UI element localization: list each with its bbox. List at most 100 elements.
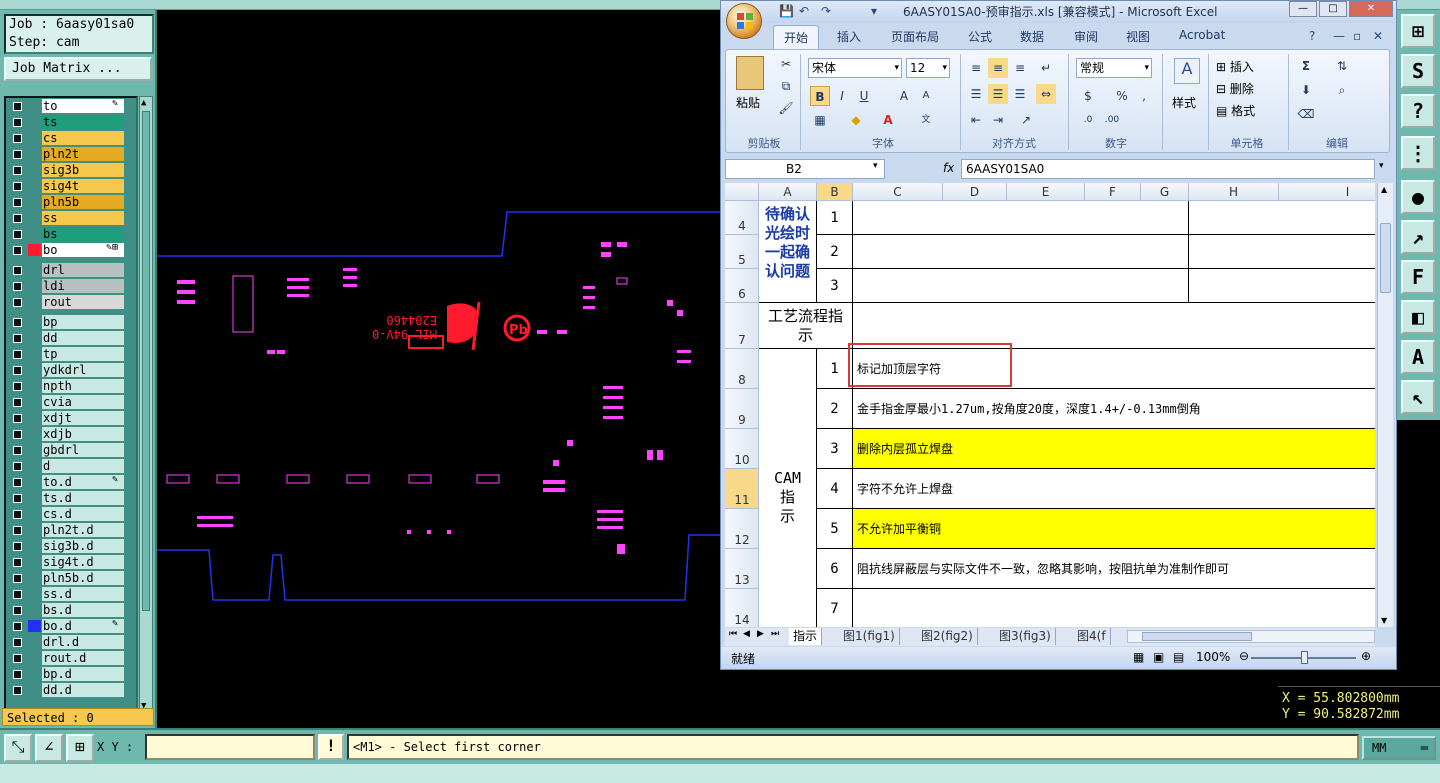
layer-row[interactable]: sig4t.d: [6, 554, 136, 570]
zoom-slider-knob[interactable]: [1301, 651, 1308, 664]
select-icon[interactable]: ↖: [1401, 380, 1435, 414]
layer-name[interactable]: pln2t.d: [42, 523, 124, 537]
column-header[interactable]: A: [759, 183, 817, 201]
name-box[interactable]: B2: [725, 159, 885, 179]
align-center-icon[interactable]: ☰: [988, 84, 1008, 104]
worksheet-grid[interactable]: A B C D E F G H I 4 5 6 7 8 9 10 11 12 13 14 待确认光绘时一起确认问题 1 2 3…: [725, 183, 1375, 627]
cam-item-number[interactable]: 7: [817, 589, 853, 627]
layer-checkbox[interactable]: [13, 606, 22, 615]
sort-filter-icon[interactable]: ⇅: [1332, 56, 1352, 76]
cam-item-number[interactable]: 4: [817, 469, 853, 509]
cam-item-text[interactable]: 阻抗线屏蔽层与实际文件不一致，忽略其影响，按阻抗单为准制作即可: [853, 549, 1375, 589]
layer-row[interactable]: to.d ✎: [6, 474, 136, 490]
layer-row[interactable]: dd: [6, 330, 136, 346]
font-name-combo[interactable]: 宋体 ▾: [808, 58, 902, 78]
column-header[interactable]: G: [1141, 183, 1189, 201]
layer-row[interactable]: drl.d: [6, 634, 136, 650]
layer-row[interactable]: gbdrl: [6, 442, 136, 458]
paste-label[interactable]: 粘贴: [736, 94, 760, 111]
layer-row[interactable]: bs: [6, 226, 136, 242]
measure-angle-icon[interactable]: ∠: [35, 734, 63, 762]
layer-checkbox[interactable]: [13, 134, 22, 143]
increase-decimal-icon[interactable]: .0: [1078, 110, 1098, 130]
layer-row[interactable]: cvia: [6, 394, 136, 410]
tab-review[interactable]: 审阅: [1074, 28, 1098, 45]
confirm-item-number[interactable]: 2: [817, 235, 853, 269]
formula-input[interactable]: 6AASY01SA0: [961, 159, 1375, 179]
font-size-combo[interactable]: 12 ▾: [906, 58, 950, 78]
save-icon[interactable]: 💾: [779, 4, 794, 18]
layer-row[interactable]: drl: [6, 262, 136, 278]
borders-icon[interactable]: ▦: [810, 110, 830, 130]
layer-name[interactable]: dd.d: [42, 683, 124, 697]
cam-item-text[interactable]: 不允许加平衡铜: [853, 509, 1375, 549]
layer-checkbox[interactable]: [13, 462, 22, 471]
layer-name[interactable]: npth: [42, 379, 124, 393]
job-matrix-button[interactable]: Job Matrix ...: [4, 57, 152, 81]
layer-checkbox[interactable]: [13, 246, 22, 255]
layer-checkbox[interactable]: [13, 654, 22, 663]
zoom-in-icon[interactable]: ⊕: [1361, 649, 1371, 663]
first-sheet-icon[interactable]: ⏮: [729, 629, 737, 639]
confirm-item-number[interactable]: 1: [817, 201, 853, 235]
delete-cells-button[interactable]: ⊟ 删除: [1216, 80, 1254, 97]
layer-name[interactable]: cvia: [42, 395, 124, 409]
prev-sheet-icon[interactable]: ◀: [743, 629, 750, 639]
layer-checkbox[interactable]: [13, 526, 22, 535]
layer-checkbox[interactable]: [13, 622, 22, 631]
layer-row[interactable]: rout.d: [6, 650, 136, 666]
layer-checkbox[interactable]: [13, 558, 22, 567]
window-layout-icon[interactable]: ⊞: [1401, 14, 1435, 48]
confirm-note-cell[interactable]: [1189, 201, 1375, 235]
row-header[interactable]: 12: [725, 509, 759, 549]
column-header[interactable]: C: [853, 183, 943, 201]
snap-icon[interactable]: S: [1401, 54, 1435, 88]
measure-icon[interactable]: ↗: [1401, 220, 1435, 254]
layer-checkbox[interactable]: [13, 150, 22, 159]
tab-view[interactable]: 视图: [1126, 28, 1150, 45]
layer-name[interactable]: pln5b.d: [42, 571, 124, 585]
confirm-item-cell[interactable]: [853, 269, 1189, 303]
zoom-level[interactable]: 100%: [1196, 650, 1230, 664]
cam-item-text[interactable]: 金手指金厚最小1.27um,按角度20度，深度1.4+/-0.13mm倒角: [853, 389, 1375, 429]
fill-color-icon[interactable]: ◆: [846, 110, 866, 130]
confirm-issues-header[interactable]: 待确认光绘时一起确认问题: [759, 201, 817, 303]
net-icon[interactable]: ⋮: [1401, 136, 1435, 170]
align-bottom-icon[interactable]: ≡: [1010, 58, 1030, 78]
layer-name[interactable]: sig3b: [42, 163, 124, 177]
layer-row[interactable]: bo ✎⊞: [6, 242, 136, 258]
layer-name[interactable]: sig4t.d: [42, 555, 124, 569]
xy-input[interactable]: [145, 734, 315, 760]
tab-acrobat[interactable]: Acrobat: [1179, 28, 1225, 42]
zoom-window-icon[interactable]: ⤡: [4, 734, 32, 762]
align-middle-icon[interactable]: ≡: [988, 58, 1008, 78]
row-header[interactable]: 13: [725, 549, 759, 589]
confirm-item-cell[interactable]: [853, 201, 1189, 235]
row-header[interactable]: 7: [725, 303, 759, 349]
layer-row[interactable]: bs.d: [6, 602, 136, 618]
layer-checkbox[interactable]: [13, 430, 22, 439]
layer-row[interactable]: cs: [6, 130, 136, 146]
decrease-indent-icon[interactable]: ⇤: [966, 110, 986, 130]
next-sheet-icon[interactable]: ▶: [757, 629, 764, 639]
sheet-tab-fig3[interactable]: 图3(fig3): [995, 628, 1056, 645]
cam-item-number[interactable]: 5: [817, 509, 853, 549]
layer-row[interactable]: xdjt: [6, 410, 136, 426]
confirm-item-number[interactable]: 3: [817, 269, 853, 303]
maximize-button[interactable]: □: [1319, 1, 1347, 17]
layer-row[interactable]: bp: [6, 314, 136, 330]
layer-row[interactable]: tp: [6, 346, 136, 362]
italic-button[interactable]: I: [832, 86, 852, 106]
normal-view-icon[interactable]: ▦: [1133, 650, 1144, 664]
layer-row[interactable]: ts: [6, 114, 136, 130]
layer-name[interactable]: ts: [42, 115, 124, 129]
row-header[interactable]: 6: [725, 269, 759, 303]
layer-row[interactable]: pln2t.d: [6, 522, 136, 538]
tab-insert[interactable]: 插入: [837, 28, 861, 45]
layer-checkbox[interactable]: [13, 166, 22, 175]
row-header[interactable]: 8: [725, 349, 759, 389]
minimize-button[interactable]: —: [1289, 1, 1317, 17]
formula-expand-icon[interactable]: ▾: [1379, 161, 1384, 171]
layer-name[interactable]: tp: [42, 347, 124, 361]
cam-instructions-header[interactable]: CAM指示: [759, 349, 817, 627]
